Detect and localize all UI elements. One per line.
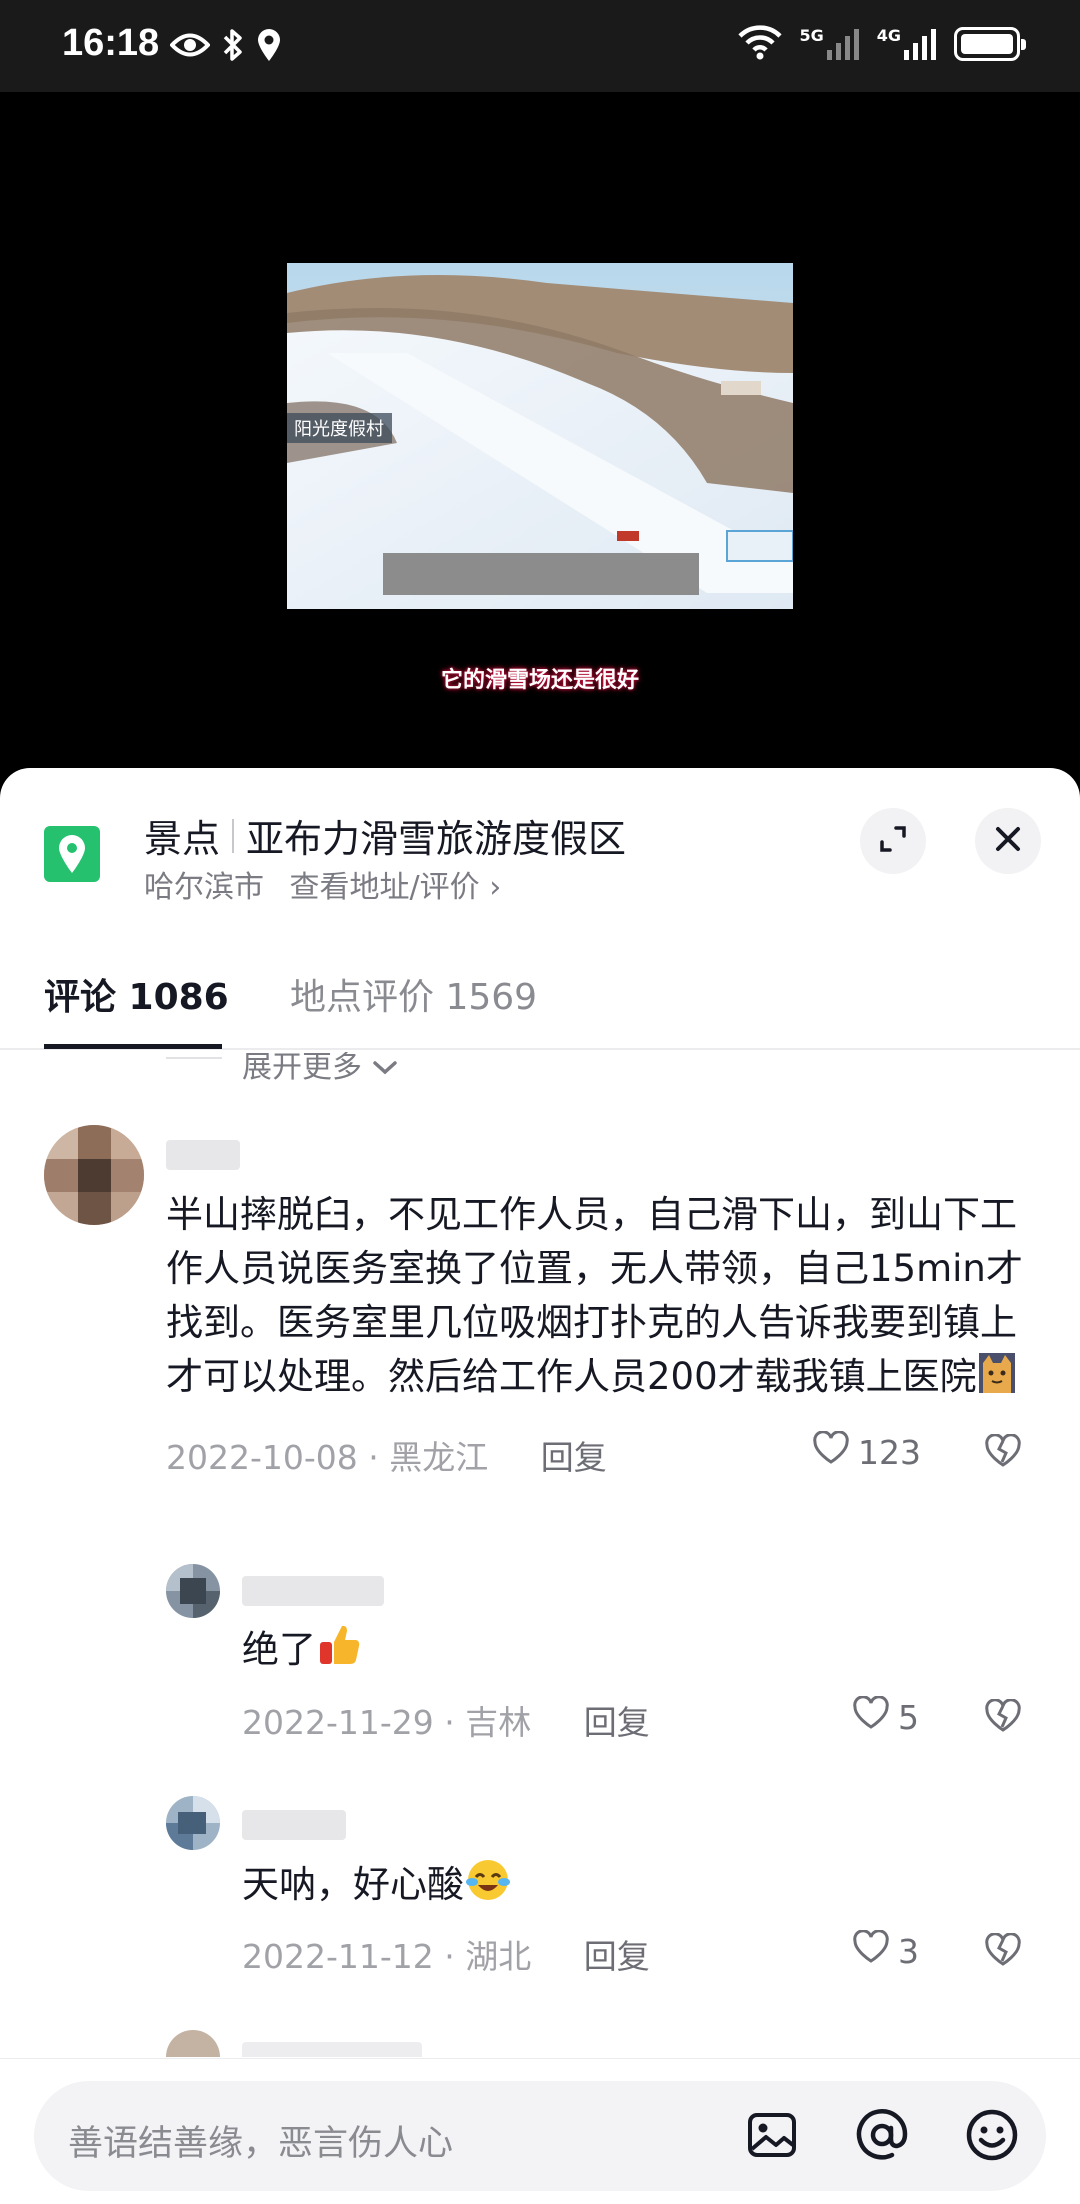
emoji-button[interactable]: [962, 2107, 1022, 2167]
like-button[interactable]: 123: [812, 1430, 921, 1473]
active-tab-indicator: [44, 1044, 222, 1049]
dislike-button[interactable]: [984, 1698, 1022, 1737]
comment-region: 黑龙江: [389, 1438, 489, 1477]
comment-meta: 2022-10-08 · 黑龙江 回复: [166, 1438, 607, 1477]
comment-region: 吉林: [465, 1703, 532, 1742]
comment-meta: 2022-11-12 · 湖北 回复: [242, 1937, 650, 1976]
broken-heart-icon: [984, 1698, 1022, 1737]
close-button[interactable]: [975, 808, 1041, 874]
like-count: 5: [898, 1697, 919, 1737]
status-left-icons: [169, 28, 282, 66]
avatar[interactable]: [166, 1796, 220, 1850]
location-icon: [256, 28, 282, 66]
heart-icon: [852, 1695, 890, 1738]
status-right-icons: 5G 4G: [737, 24, 1026, 64]
place-name: 亚布力滑雪旅游度假区: [246, 817, 627, 861]
place-pin-icon: [44, 826, 100, 882]
bluetooth-icon: [222, 28, 244, 66]
mention-button[interactable]: [852, 2107, 912, 2167]
image-icon: [746, 2109, 798, 2165]
status-time: 16:18: [62, 22, 160, 64]
comment-text: 半山摔脱臼，不见工作人员，自己滑下山，到山下工作人员说医务室换了位置，无人带领，…: [166, 1188, 1046, 1410]
place-header[interactable]: 景点 亚布力滑雪旅游度假区 哈尔滨市 查看地址/评价 ›: [0, 768, 1080, 908]
tab-comments[interactable]: 评论 1086: [44, 968, 229, 1020]
place-city: 哈尔滨市: [144, 870, 264, 905]
username-blurred[interactable]: [242, 1576, 384, 1606]
dislike-button[interactable]: [984, 1932, 1022, 1971]
heart-icon: [852, 1929, 890, 1972]
like-count: 123: [858, 1432, 921, 1472]
place-subtitle: 哈尔滨市 查看地址/评价 ›: [144, 862, 517, 906]
image-picker-button[interactable]: [742, 2107, 802, 2167]
comment-text: 绝了: [242, 1622, 1022, 1683]
avatar[interactable]: [166, 2030, 220, 2057]
username-blurred[interactable]: [242, 2042, 422, 2057]
reply-button[interactable]: 回复: [584, 1703, 650, 1742]
expand-icon: [878, 824, 908, 858]
comment-date: 2022-11-12: [242, 1937, 434, 1976]
thumbs-up-icon: [316, 1622, 362, 1683]
at-sign-icon: [854, 2107, 910, 2167]
heart-icon: [812, 1430, 850, 1473]
wifi-icon: [737, 24, 783, 64]
comment-input[interactable]: 善语结善缘，恶言伤人心: [34, 2081, 1046, 2191]
comment-list: 展开更多 半山摔脱臼，不见工作人员，自己滑下山，到山下工作人员说医务室换了位置，…: [0, 1052, 1080, 2057]
place-category: 景点: [144, 817, 221, 861]
video-caption: 它的滑雪场还是很好: [440, 668, 639, 693]
username-blurred[interactable]: [166, 1140, 240, 1170]
resort-sign: 阳光度假村: [294, 419, 384, 440]
comment-text: 天呐，好心酸: [242, 1857, 1022, 1918]
like-button[interactable]: 3: [852, 1929, 919, 1972]
comment-meta: 2022-11-29 · 吉林 回复: [242, 1703, 650, 1742]
close-icon: [994, 825, 1022, 857]
status-bar: 16:18 5G 4G: [0, 0, 1080, 92]
crying-laughing-emoji-icon: [464, 1857, 512, 1918]
tab-place-reviews[interactable]: 地点评价 1569: [290, 968, 537, 1020]
dislike-button[interactable]: [984, 1433, 1022, 1472]
smiley-icon: [964, 2107, 1020, 2167]
comment-date: 2022-10-08: [166, 1438, 358, 1477]
eye-icon: [169, 30, 211, 64]
video-frame: 阳光度假村: [287, 263, 793, 609]
reply-button[interactable]: 回复: [541, 1438, 607, 1477]
battery-icon: [954, 27, 1026, 61]
avatar[interactable]: [44, 1125, 144, 1225]
reply-button[interactable]: 回复: [584, 1937, 650, 1976]
expand-more-button[interactable]: 展开更多: [242, 1052, 398, 1086]
comment-date: 2022-11-29: [242, 1703, 434, 1742]
title-divider: [232, 818, 235, 853]
expand-button[interactable]: [860, 808, 926, 874]
chevron-down-icon: [372, 1052, 398, 1085]
view-address-link[interactable]: 查看地址/评价 ›: [290, 870, 502, 905]
comment-region: 湖北: [465, 1937, 532, 1976]
like-button[interactable]: 5: [852, 1695, 919, 1738]
signal-4g-icon: 4G: [877, 28, 938, 60]
comment-input-bar: 善语结善缘，恶言伤人心: [0, 2058, 1080, 2204]
comment-input-placeholder: 善语结善缘，恶言伤人心: [68, 2124, 454, 2164]
broken-heart-icon: [984, 1932, 1022, 1971]
avatar[interactable]: [166, 1564, 220, 1618]
like-count: 3: [898, 1931, 919, 1971]
place-title: 景点 亚布力滑雪旅游度假区: [144, 808, 626, 863]
signal-5g-icon: 5G: [799, 28, 860, 60]
expand-divider: [166, 1057, 222, 1059]
tab-bar: 评论 1086 地点评价 1569: [0, 908, 1080, 1050]
comment-sheet: 景点 亚布力滑雪旅游度假区 哈尔滨市 查看地址/评价 › 评论 1086 地点评…: [0, 768, 1080, 2204]
username-blurred[interactable]: [242, 1810, 346, 1840]
broken-heart-icon: [984, 1433, 1022, 1472]
cat-emoji-icon: [977, 1351, 1017, 1410]
video-player[interactable]: 阳光度假村 它的滑雪场还是很好: [0, 92, 1080, 772]
